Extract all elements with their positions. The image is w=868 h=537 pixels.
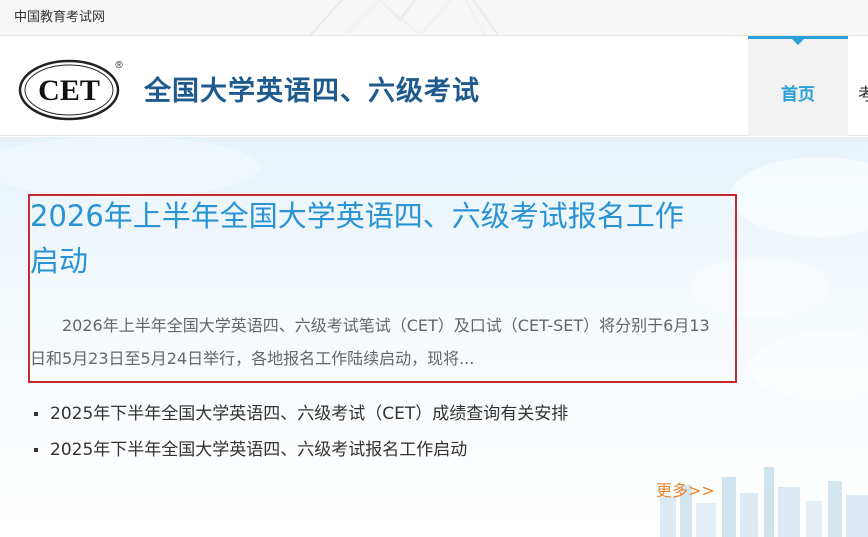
site-name[interactable]: 中国教育考试网	[14, 6, 105, 25]
site-header: CET ® 全国大学英语四、六级考试 首页 考	[0, 36, 868, 136]
bullet-icon	[34, 448, 38, 452]
main-banner: 2026年上半年全国大学英语四、六级考试报名工作启动 2026年上半年全国大学英…	[0, 137, 868, 537]
featured-news-title[interactable]: 2026年上半年全国大学英语四、六级考试报名工作启动	[30, 194, 710, 284]
nav-item-home[interactable]: 首页	[748, 36, 848, 136]
brand-title[interactable]: 全国大学英语四、六级考试	[144, 69, 480, 108]
news-list-item[interactable]: 2025年下半年全国大学英语四、六级考试报名工作启动	[34, 436, 568, 472]
logo-text: CET	[38, 74, 100, 107]
news-item-title: 2025年下半年全国大学英语四、六级考试（CET）成绩查询有关安排	[50, 404, 569, 424]
featured-news-summary: 2026年上半年全国大学英语四、六级考试笔试（CET）及口试（CET-SET）将…	[30, 316, 710, 368]
cet-logo[interactable]: CET ®	[18, 56, 124, 122]
news-list: 2025年下半年全国大学英语四、六级考试（CET）成绩查询有关安排 2025年下…	[34, 400, 568, 472]
active-caret-icon	[791, 38, 805, 45]
nav-item-next[interactable]: 考	[858, 80, 868, 105]
decorative-mountain-lines	[309, 0, 500, 35]
news-item-title: 2025年下半年全国大学英语四、六级考试报名工作启动	[50, 440, 468, 460]
news-list-item[interactable]: 2025年下半年全国大学英语四、六级考试（CET）成绩查询有关安排	[34, 400, 568, 436]
bullet-icon	[34, 412, 38, 416]
nav-item-home-label: 首页	[781, 85, 815, 105]
more-link[interactable]: 更多>>	[656, 477, 715, 501]
registered-mark: ®	[115, 60, 123, 71]
top-bar: 中国教育考试网	[0, 0, 868, 36]
